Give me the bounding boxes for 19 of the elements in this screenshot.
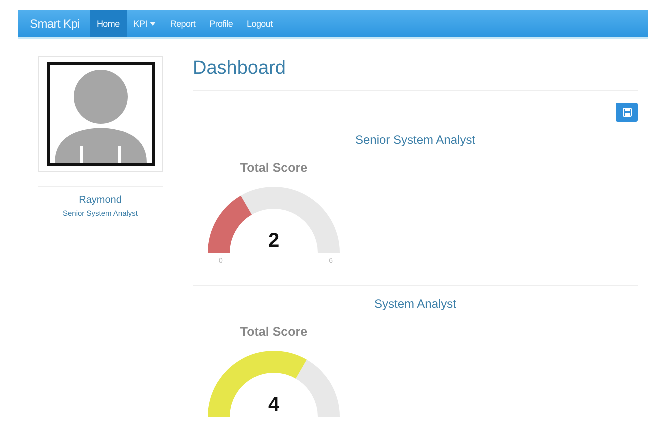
gauge-value: 2 xyxy=(267,230,281,253)
save-button[interactable] xyxy=(616,103,638,122)
save-icon xyxy=(622,108,632,117)
nav-link[interactable]: Home xyxy=(90,10,127,37)
gauge-value: 4 xyxy=(267,394,281,417)
brand-link[interactable]: Smart Kpi xyxy=(30,16,90,30)
section-heading: System Analyst xyxy=(373,297,458,311)
gauge-title: Total Score xyxy=(239,325,309,339)
caret-icon xyxy=(150,22,156,26)
avatar-icon xyxy=(46,62,154,166)
nav-link[interactable]: Logout xyxy=(240,10,280,37)
page-title: Dashboard xyxy=(193,57,287,80)
section-heading: Senior System Analyst xyxy=(354,133,477,147)
nav-link[interactable]: Report xyxy=(163,10,203,37)
nav-link[interactable]: Profile xyxy=(202,10,240,37)
gauge-track xyxy=(296,360,340,417)
profile-name: Raymond xyxy=(78,195,123,206)
gauge-title: Total Score xyxy=(239,161,309,175)
nav-link[interactable]: KPI xyxy=(126,10,164,37)
